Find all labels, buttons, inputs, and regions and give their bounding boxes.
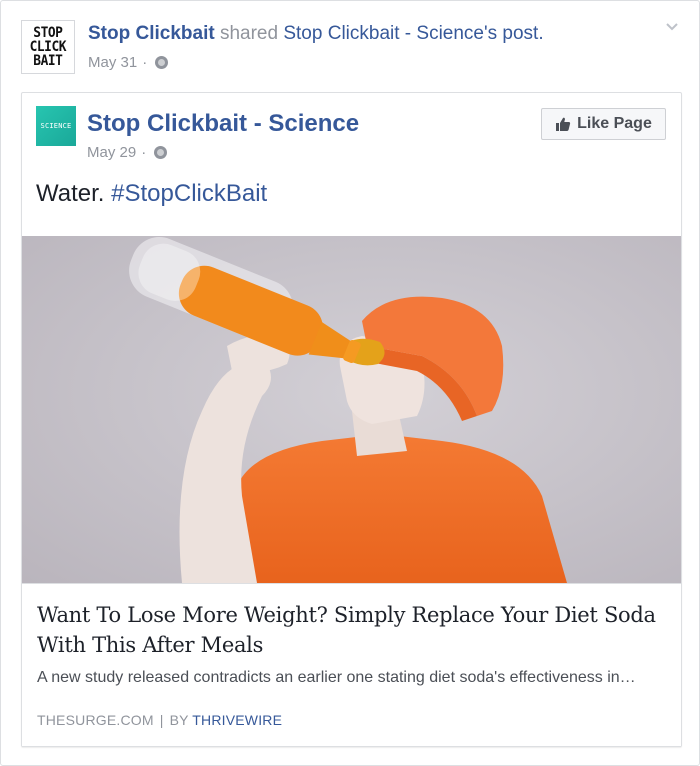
- link-source: THESURGE.COM | BY THRIVEWIRE: [37, 712, 282, 728]
- outer-post-date[interactable]: May 31: [88, 54, 137, 71]
- meta-separator: ·: [141, 144, 147, 161]
- science-avatar-text: SCIENCE: [40, 122, 72, 130]
- stop-clickbait-avatar[interactable]: STOP CLICK BAIT: [21, 20, 75, 74]
- inner-post-meta: May 29 ·: [87, 144, 168, 161]
- man-drinking-orange-soda-image: [22, 236, 681, 583]
- author-link[interactable]: Stop Clickbait: [88, 23, 215, 44]
- link-headline[interactable]: Want To Lose More Weight? Simply Replace…: [37, 600, 667, 660]
- post-text: Water. #StopClickBait: [36, 179, 267, 209]
- source-divider: |: [159, 712, 164, 728]
- outer-post-meta: May 31 ·: [88, 54, 169, 71]
- shared-post-card: STOP CLICK BAIT Stop Clickbait shared St…: [0, 0, 700, 766]
- hashtag-link[interactable]: #StopClickBait: [111, 180, 267, 207]
- science-page-link[interactable]: Stop Clickbait - Science: [87, 110, 359, 137]
- inner-page-title: Stop Clickbait - Science: [87, 110, 359, 138]
- avatar-logo-line-1: STOP: [33, 25, 63, 41]
- post-body-text: Water.: [36, 180, 105, 207]
- link-preview[interactable]: Want To Lose More Weight? Simply Replace…: [22, 583, 681, 746]
- inner-post-date[interactable]: May 29: [87, 144, 136, 161]
- globe-icon[interactable]: [154, 146, 168, 159]
- by-label: BY: [169, 712, 189, 728]
- science-page-avatar[interactable]: SCIENCE: [36, 106, 76, 146]
- like-page-button[interactable]: Like Page: [541, 108, 666, 140]
- meta-separator: ·: [142, 54, 148, 71]
- shared-page-link[interactable]: Stop Clickbait - Science's post.: [283, 23, 543, 44]
- post-header-title: Stop Clickbait shared Stop Clickbait - S…: [88, 23, 544, 45]
- avatar-logo-line-3: BAIT: [33, 53, 63, 69]
- publisher-link[interactable]: THRIVEWIRE: [192, 712, 282, 728]
- thumbs-up-icon: [556, 117, 571, 131]
- shared-page-name: Stop Clickbait - Science: [283, 23, 485, 44]
- globe-icon[interactable]: [155, 56, 169, 69]
- link-description: A new study released contradicts an earl…: [37, 669, 636, 686]
- post-photo[interactable]: [22, 236, 681, 583]
- shared-post: SCIENCE Stop Clickbait - Science May 29 …: [21, 92, 682, 747]
- avatar-logo-line-2: CLICK: [29, 39, 67, 55]
- shared-action-text: shared: [219, 23, 279, 44]
- shared-post-possessive: 's post.: [484, 23, 544, 44]
- chevron-down-icon[interactable]: [665, 19, 679, 33]
- like-page-label: Like Page: [577, 115, 652, 132]
- link-domain: THESURGE.COM: [37, 712, 154, 728]
